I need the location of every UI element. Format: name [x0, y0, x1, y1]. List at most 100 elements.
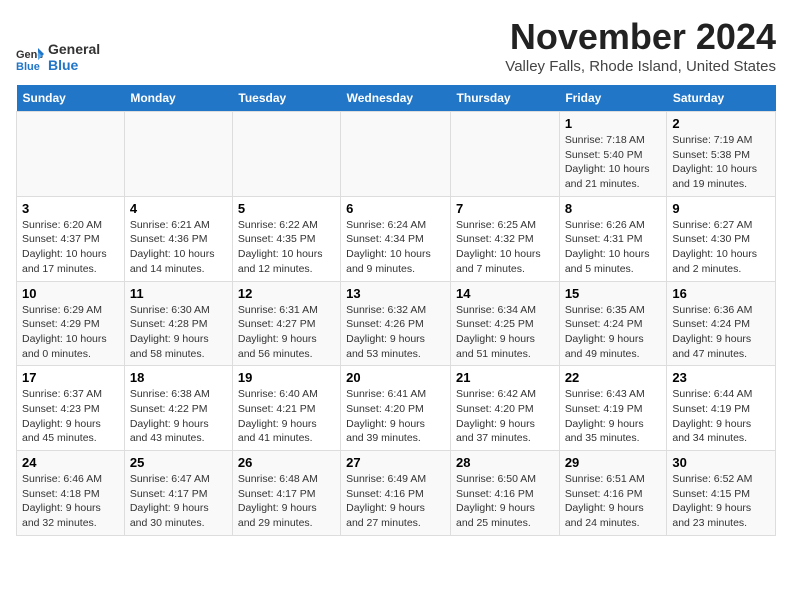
- title-area: November 2024 Valley Falls, Rhode Island…: [505, 16, 776, 75]
- calendar-cell: 3Sunrise: 6:20 AM Sunset: 4:37 PM Daylig…: [17, 196, 125, 281]
- logo-line2: Blue: [48, 58, 100, 73]
- day-number: 13: [346, 286, 445, 301]
- day-number: 23: [672, 370, 770, 385]
- day-number: 30: [672, 455, 770, 470]
- weekday-header-sunday: Sunday: [17, 85, 125, 112]
- calendar-cell: 6 Sunrise: 6:24 AM Sunset: 4:34 PM Daylig…: [341, 196, 451, 281]
- calendar-cell: 19 Sunrise: 6:40 AM Sunset: 4:21 PM Dayli…: [232, 366, 340, 451]
- day-info: Sunrise: 6:26 AM Sunset: 4:31 PM Dayligh…: [565, 218, 662, 277]
- day-number: 21: [456, 370, 554, 385]
- day-info: Sunrise: 6:29 AM Sunset: 4:29 PM Dayligh…: [22, 303, 119, 362]
- day-info: Sunrise: 6:37 AM Sunset: 4:23 PM Dayligh…: [22, 387, 119, 446]
- logo: General Blue General Blue: [16, 42, 100, 73]
- day-info: Sunrise: 6:49 AM Sunset: 4:16 PM Dayligh…: [346, 472, 445, 531]
- day-info: Sunrise: 6:36 AM Sunset: 4:24 PM Dayligh…: [672, 303, 770, 362]
- calendar-cell: [124, 112, 232, 197]
- day-info: Sunrise: 6:41 AM Sunset: 4:20 PM Dayligh…: [346, 387, 445, 446]
- calendar-cell: [17, 112, 125, 197]
- calendar-header: SundayMondayTuesdayWednesdayThursdayFrid…: [17, 85, 776, 112]
- day-number: 28: [456, 455, 554, 470]
- day-info: Sunrise: 6:38 AM Sunset: 4:22 PM Dayligh…: [130, 387, 227, 446]
- calendar-cell: [341, 112, 451, 197]
- calendar-cell: 25Sunrise: 6:47 AM Sunset: 4:17 PM Dayli…: [124, 451, 232, 536]
- day-info: Sunrise: 6:34 AM Sunset: 4:25 PM Dayligh…: [456, 303, 554, 362]
- day-number: 15: [565, 286, 662, 301]
- calendar-cell: 29Sunrise: 6:51 AM Sunset: 4:16 PM Dayli…: [559, 451, 667, 536]
- calendar-cell: 9 Sunrise: 6:27 AM Sunset: 4:30 PM Daylig…: [667, 196, 776, 281]
- calendar-week-4: 17 Sunrise: 6:37 AM Sunset: 4:23 PM Dayli…: [17, 366, 776, 451]
- day-info: Sunrise: 6:27 AM Sunset: 4:30 PM Dayligh…: [672, 218, 770, 277]
- weekday-header-wednesday: Wednesday: [341, 85, 451, 112]
- day-info: Sunrise: 6:43 AM Sunset: 4:19 PM Dayligh…: [565, 387, 662, 446]
- day-info: Sunrise: 6:46 AM Sunset: 4:18 PM Dayligh…: [22, 472, 119, 531]
- weekday-header-thursday: Thursday: [451, 85, 560, 112]
- day-number: 16: [672, 286, 770, 301]
- day-number: 11: [130, 286, 227, 301]
- calendar-cell: 4Sunrise: 6:21 AM Sunset: 4:36 PM Daylig…: [124, 196, 232, 281]
- calendar-cell: 12 Sunrise: 6:31 AM Sunset: 4:27 PM Dayli…: [232, 281, 340, 366]
- logo-line1: General: [48, 42, 100, 57]
- svg-text:Blue: Blue: [16, 61, 40, 72]
- day-number: 1: [565, 116, 662, 131]
- day-number: 12: [238, 286, 335, 301]
- calendar-table: SundayMondayTuesdayWednesdayThursdayFrid…: [16, 85, 776, 536]
- calendar-cell: 10 Sunrise: 6:29 AM Sunset: 4:29 PM Dayli…: [17, 281, 125, 366]
- calendar-cell: 11 Sunrise: 6:30 AM Sunset: 4:28 PM Dayli…: [124, 281, 232, 366]
- calendar-week-3: 10 Sunrise: 6:29 AM Sunset: 4:29 PM Dayli…: [17, 281, 776, 366]
- day-number: 18: [130, 370, 227, 385]
- weekday-header-tuesday: Tuesday: [232, 85, 340, 112]
- calendar-cell: 5Sunrise: 6:22 AM Sunset: 4:35 PM Daylig…: [232, 196, 340, 281]
- day-number: 9: [672, 201, 770, 216]
- day-number: 4: [130, 201, 227, 216]
- calendar-cell: 30 Sunrise: 6:52 AM Sunset: 4:15 PM Dayli…: [667, 451, 776, 536]
- weekday-header-monday: Monday: [124, 85, 232, 112]
- day-number: 27: [346, 455, 445, 470]
- calendar-cell: 16 Sunrise: 6:36 AM Sunset: 4:24 PM Dayli…: [667, 281, 776, 366]
- calendar-cell: 20 Sunrise: 6:41 AM Sunset: 4:20 PM Dayli…: [341, 366, 451, 451]
- calendar-cell: 23 Sunrise: 6:44 AM Sunset: 4:19 PM Dayli…: [667, 366, 776, 451]
- day-number: 25: [130, 455, 227, 470]
- day-number: 24: [22, 455, 119, 470]
- calendar-cell: 28Sunrise: 6:50 AM Sunset: 4:16 PM Dayli…: [451, 451, 560, 536]
- day-info: Sunrise: 6:22 AM Sunset: 4:35 PM Dayligh…: [238, 218, 335, 277]
- day-info: Sunrise: 6:48 AM Sunset: 4:17 PM Dayligh…: [238, 472, 335, 531]
- day-number: 26: [238, 455, 335, 470]
- day-info: Sunrise: 7:19 AM Sunset: 5:38 PM Dayligh…: [672, 133, 770, 192]
- calendar-cell: 24 Sunrise: 6:46 AM Sunset: 4:18 PM Dayli…: [17, 451, 125, 536]
- day-info: Sunrise: 6:24 AM Sunset: 4:34 PM Dayligh…: [346, 218, 445, 277]
- calendar-cell: 26 Sunrise: 6:48 AM Sunset: 4:17 PM Dayli…: [232, 451, 340, 536]
- calendar-cell: 27 Sunrise: 6:49 AM Sunset: 4:16 PM Dayli…: [341, 451, 451, 536]
- day-number: 17: [22, 370, 119, 385]
- day-info: Sunrise: 6:32 AM Sunset: 4:26 PM Dayligh…: [346, 303, 445, 362]
- day-number: 20: [346, 370, 445, 385]
- day-number: 10: [22, 286, 119, 301]
- weekday-header-friday: Friday: [559, 85, 667, 112]
- calendar-cell: 2Sunrise: 7:19 AM Sunset: 5:38 PM Daylig…: [667, 112, 776, 197]
- day-info: Sunrise: 6:40 AM Sunset: 4:21 PM Dayligh…: [238, 387, 335, 446]
- day-number: 8: [565, 201, 662, 216]
- day-info: Sunrise: 6:42 AM Sunset: 4:20 PM Dayligh…: [456, 387, 554, 446]
- day-number: 14: [456, 286, 554, 301]
- day-info: Sunrise: 7:18 AM Sunset: 5:40 PM Dayligh…: [565, 133, 662, 192]
- calendar-cell: [451, 112, 560, 197]
- day-number: 19: [238, 370, 335, 385]
- general-blue-icon: General Blue: [16, 44, 44, 72]
- calendar-cell: 7Sunrise: 6:25 AM Sunset: 4:32 PM Daylig…: [451, 196, 560, 281]
- day-info: Sunrise: 6:52 AM Sunset: 4:15 PM Dayligh…: [672, 472, 770, 531]
- day-number: 7: [456, 201, 554, 216]
- day-number: 29: [565, 455, 662, 470]
- calendar-cell: 15 Sunrise: 6:35 AM Sunset: 4:24 PM Dayli…: [559, 281, 667, 366]
- calendar-cell: 8 Sunrise: 6:26 AM Sunset: 4:31 PM Daylig…: [559, 196, 667, 281]
- day-info: Sunrise: 6:30 AM Sunset: 4:28 PM Dayligh…: [130, 303, 227, 362]
- day-info: Sunrise: 6:35 AM Sunset: 4:24 PM Dayligh…: [565, 303, 662, 362]
- calendar-cell: [232, 112, 340, 197]
- calendar-cell: 17 Sunrise: 6:37 AM Sunset: 4:23 PM Dayli…: [17, 366, 125, 451]
- weekday-header-saturday: Saturday: [667, 85, 776, 112]
- day-number: 22: [565, 370, 662, 385]
- day-info: Sunrise: 6:44 AM Sunset: 4:19 PM Dayligh…: [672, 387, 770, 446]
- day-info: Sunrise: 6:31 AM Sunset: 4:27 PM Dayligh…: [238, 303, 335, 362]
- calendar-week-1: 1 Sunrise: 7:18 AM Sunset: 5:40 PM Daylig…: [17, 112, 776, 197]
- day-number: 6: [346, 201, 445, 216]
- calendar-cell: 22 Sunrise: 6:43 AM Sunset: 4:19 PM Dayli…: [559, 366, 667, 451]
- calendar-cell: 14 Sunrise: 6:34 AM Sunset: 4:25 PM Dayli…: [451, 281, 560, 366]
